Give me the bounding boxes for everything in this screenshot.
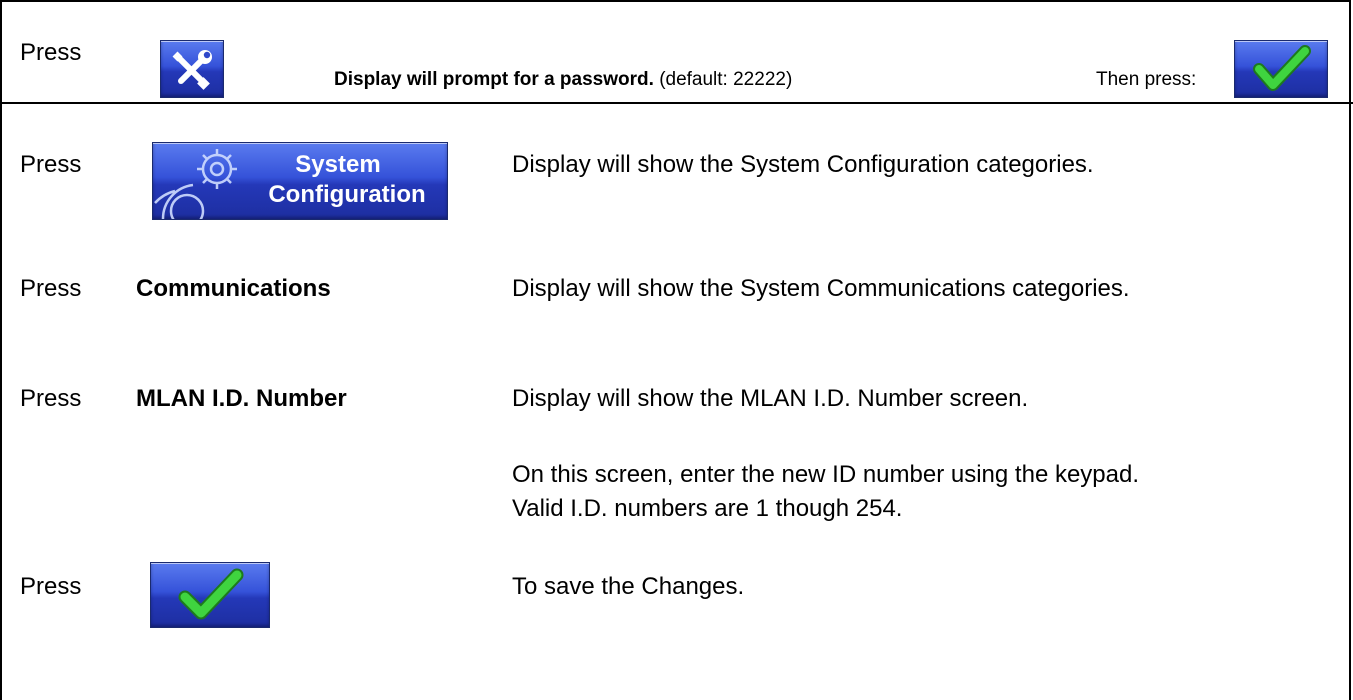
press-label: Press (20, 573, 82, 600)
step-description: Display will show the MLAN I.D. Number s… (512, 385, 1029, 412)
password-prompt-bold: Display will prompt for a password. (334, 69, 654, 90)
then-press-label: Then press: (1096, 69, 1197, 90)
step-description: Display will show the System Communicati… (512, 275, 1130, 302)
press-label: Press (20, 385, 82, 412)
step-description: Display will show the System Configurati… (512, 151, 1094, 178)
step-description: To save the Changes. (512, 573, 745, 600)
system-configuration-line2: Configuration (268, 181, 426, 208)
press-label: Press (20, 275, 82, 302)
press-label: Press (20, 39, 82, 66)
mlan-id-number-item: MLAN I.D. Number (136, 385, 347, 412)
check-icon (1253, 45, 1311, 91)
system-configuration-line1: System (295, 151, 381, 178)
save-button[interactable] (150, 562, 270, 628)
system-configuration-button[interactable]: System Configuration (152, 142, 448, 220)
check-icon (178, 568, 244, 620)
confirm-button[interactable] (1234, 40, 1328, 98)
tools-icon (172, 50, 212, 90)
press-label: Press (20, 151, 82, 178)
communications-item: Communications (136, 275, 331, 302)
tools-button[interactable] (160, 40, 224, 98)
password-prompt: Display will prompt for a password. (def… (334, 68, 792, 92)
password-default: (default: 22222) (659, 69, 793, 90)
step-note: On this screen, enter the new ID number … (512, 461, 1140, 522)
row-divider (0, 102, 1353, 104)
